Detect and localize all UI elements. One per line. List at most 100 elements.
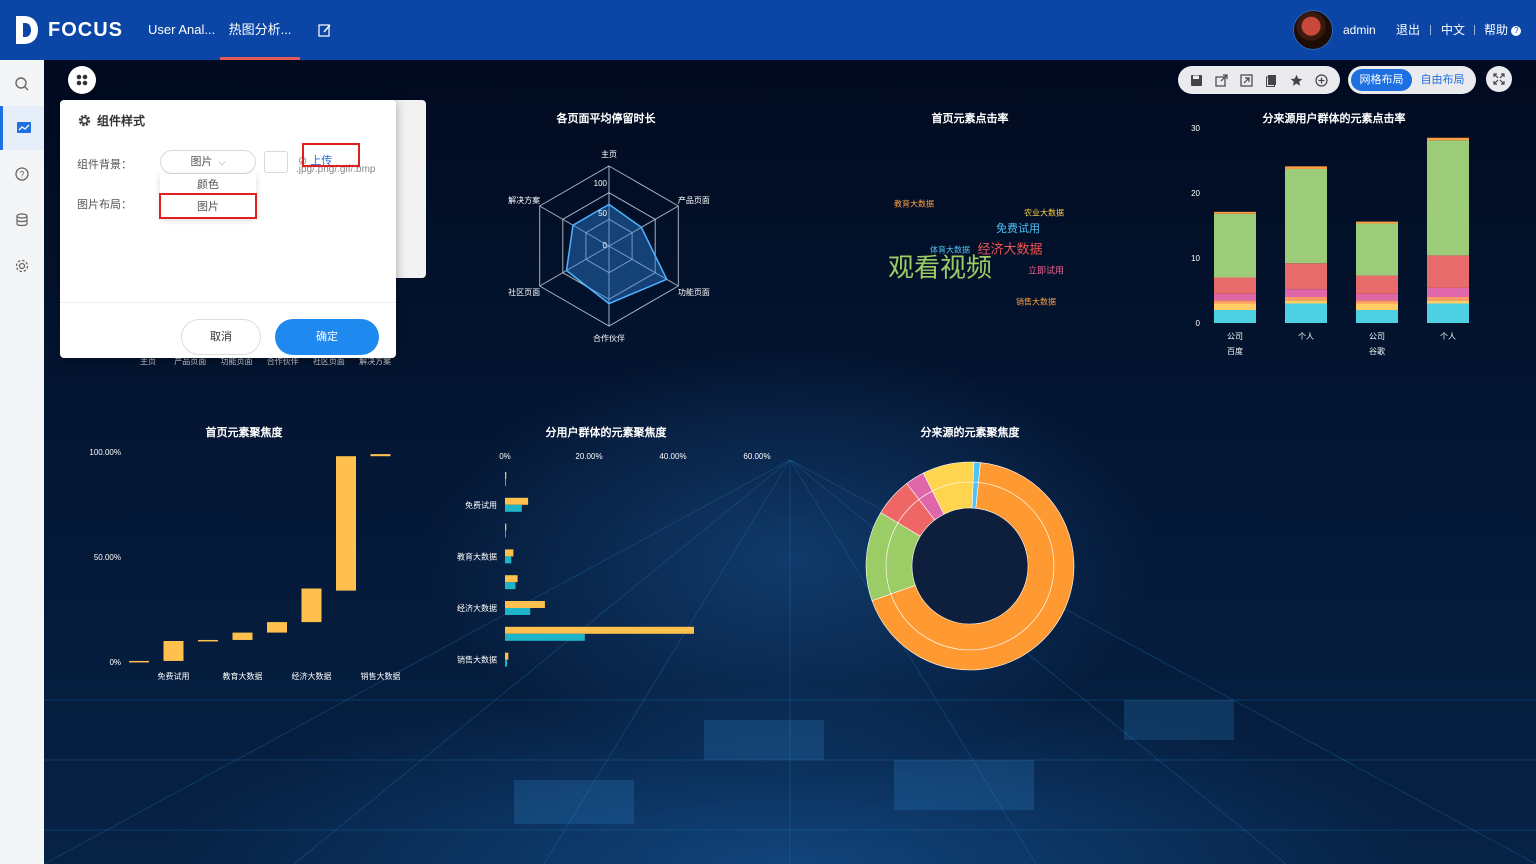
wordcloud-word: 教育大数据 (894, 199, 934, 209)
stacked-bar-chart[interactable]: 0 10 20 30 公司 个人 公司 个人百度 谷歌 (1174, 124, 1474, 368)
cancel-button[interactable]: 取消 (181, 319, 261, 355)
waterfall-bar (129, 660, 149, 663)
stacked-bar-segment (1285, 168, 1327, 264)
dashboard-icon (16, 122, 31, 133)
hbar-segment (505, 556, 512, 564)
waterfall-bar (301, 588, 322, 623)
confirm-button[interactable]: 确定 (275, 319, 379, 355)
sidebar-item-dashboard[interactable] (0, 106, 44, 150)
radar-axis-label: 主页 (601, 149, 617, 159)
y-tick-label: 30 (1191, 124, 1200, 133)
y-category-label: 教育大数据 (457, 551, 497, 561)
sunburst-chart[interactable] (864, 460, 1076, 672)
top-bar: FOCUS User Anal... 热图分析... admin 退出 中文 帮… (0, 0, 1536, 60)
hbar-segment (505, 523, 507, 531)
color-swatch[interactable] (264, 151, 288, 173)
hbar-segment (505, 582, 516, 590)
fullscreen-icon (1493, 73, 1505, 85)
widget-menu-button[interactable] (68, 66, 96, 94)
hbar-segment (505, 472, 507, 479)
help-label: 帮助 (1484, 23, 1509, 37)
stacked-bar-segment (1214, 303, 1256, 310)
tab-heatmap-analysis[interactable]: 热图分析... (220, 0, 300, 60)
username[interactable]: admin (1343, 0, 1376, 60)
hbar-title: 分用户群体的元素聚焦度 (545, 427, 667, 439)
hbar-segment (505, 633, 585, 641)
copy-icon[interactable] (1264, 72, 1280, 88)
logout-link[interactable]: 退出 (1396, 0, 1420, 60)
hbar-segment (505, 549, 514, 557)
wordcloud-word: 农业大数据 (1024, 208, 1064, 218)
free-layout-button[interactable]: 自由布局 (1412, 69, 1473, 91)
share-icon[interactable] (1239, 72, 1255, 88)
stacked-bar-segment (1214, 293, 1256, 301)
chevron-down-icon: ⌵ (218, 157, 226, 167)
stacked-bar-segment (1214, 213, 1256, 278)
avatar[interactable] (1293, 10, 1333, 50)
stacked-bar-segment (1356, 310, 1398, 323)
stacked-bar-segment (1214, 277, 1256, 294)
background-select[interactable]: 图片 ⌵ (160, 150, 256, 174)
fullscreen-button[interactable] (1486, 66, 1512, 92)
focus-logo[interactable]: FOCUS (14, 14, 123, 46)
help-link[interactable]: 帮助 ? (1484, 0, 1522, 60)
sunburst-title: 分来源的元素聚焦度 (920, 427, 1020, 439)
background-label: 组件背景： (77, 159, 132, 171)
sunburst-center (912, 508, 1028, 624)
wordcloud-chart[interactable]: 观看视频 经济大数据 免费试用 立即试用 教育大数据 农业大数据 体育大数据 销售大数据 (870, 180, 1110, 360)
tab-user-analysis[interactable]: User Anal... (148, 0, 215, 60)
sidebar-item-settings[interactable] (0, 244, 44, 288)
x-tick-label: 40.00% (659, 452, 686, 461)
waterfall-bar (336, 456, 356, 591)
help-icon: ? (15, 167, 29, 181)
question-icon: ? (1511, 25, 1522, 36)
image-layout-label: 图片布局： (77, 199, 132, 211)
export-icon[interactable] (1214, 72, 1230, 88)
stacked-bar-segment (1285, 297, 1327, 301)
left-sidebar: ? (0, 60, 44, 864)
stacked-bar-segment (1356, 303, 1398, 310)
highlight-box-upload (302, 143, 360, 167)
x-axis-label: 销售大数据 (361, 671, 401, 681)
hbar-segment (505, 626, 694, 634)
waterfall-title: 首页元素聚焦度 (205, 427, 283, 439)
y-tick-label: 100.00% (89, 448, 121, 457)
x-axis-label: 教育大数据 (223, 671, 263, 681)
dialog-header: 组件样式 (78, 112, 145, 129)
stacked-bar-segment (1427, 255, 1469, 288)
grid-layout-button[interactable]: 网格布局 (1351, 69, 1412, 91)
gear-icon (78, 114, 91, 127)
sidebar-item-help[interactable]: ? (0, 152, 44, 196)
radar-axis-label: 功能页面 (678, 287, 710, 297)
dashboard-toolbar (1178, 66, 1340, 94)
wordcloud-word: 体育大数据 (930, 245, 970, 255)
sidebar-item-data[interactable] (0, 198, 44, 242)
radar-chart[interactable]: 主页产品页面功能页面合作伙伴 社区页面 解决方案 100 50 0 (474, 136, 744, 376)
language-link[interactable]: 中文 (1441, 0, 1465, 60)
waterfall-bar (267, 622, 287, 633)
stacked-bar-title: 分来源用户群体的元素点击率 (1262, 113, 1406, 125)
x-tick-label: 20.00% (575, 452, 602, 461)
save-icon[interactable] (1189, 72, 1205, 88)
edit-icon[interactable] (318, 23, 332, 37)
x-axis-label: 免费试用 (158, 671, 190, 681)
y-tick-label: 50.00% (94, 553, 121, 562)
radar-axis-label: 解决方案 (508, 195, 540, 205)
x-tick-label: 60.00% (743, 452, 770, 461)
hbar-segment (505, 497, 529, 505)
layout-switch: 网格布局 自由布局 (1348, 66, 1476, 94)
x-category-label: 个人 (1298, 332, 1314, 341)
settings-icon (15, 259, 29, 273)
hbar-segment (505, 652, 509, 660)
add-icon[interactable] (1314, 72, 1330, 88)
star-icon[interactable] (1289, 72, 1305, 88)
horizontal-bar-chart[interactable]: 0% 20.00% 40.00% 60.00% 免费试用教育大数据经济大数据销售大数据 (444, 444, 784, 674)
highlight-box-image-option (159, 193, 257, 219)
stacked-bar-segment (1427, 287, 1469, 297)
stacked-bar-segment (1356, 300, 1398, 304)
stacked-bar-segment (1285, 289, 1327, 297)
x-category-label: 公司 (1369, 332, 1385, 341)
stacked-bar-segment (1356, 293, 1398, 301)
sidebar-item-search[interactable] (0, 62, 44, 106)
waterfall-chart[interactable]: 0% 50.00% 100.00% 免费试用 教育大数据 经济大数据 销售大数据 (74, 440, 404, 690)
